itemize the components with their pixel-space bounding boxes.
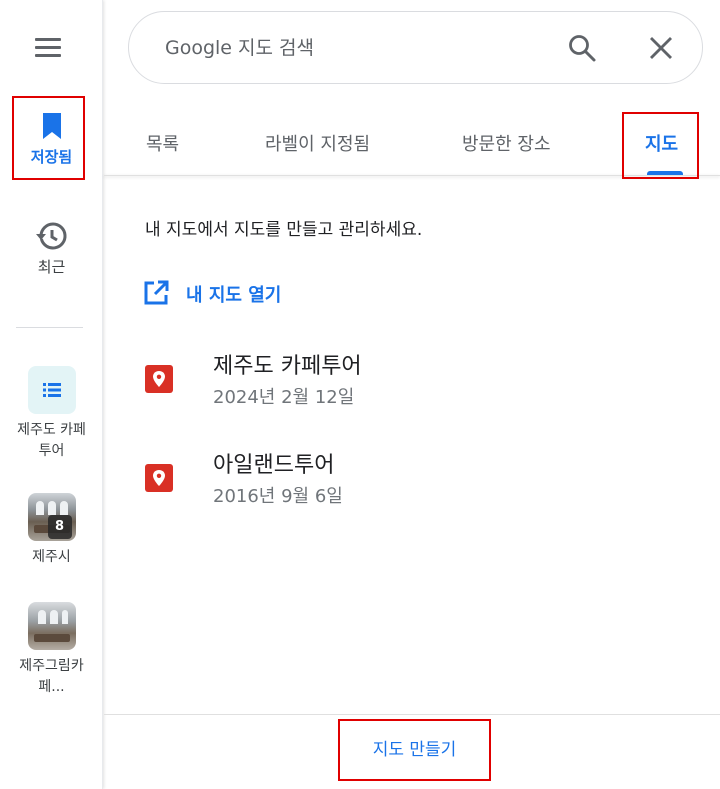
saved-list-jeju-cafe-tour[interactable]: 제주도 카페 투어 (0, 366, 103, 462)
photo-thumbnail (27, 602, 76, 650)
rail-item-saved[interactable]: 저장됨 (0, 108, 103, 167)
rail-item-saved-label: 저장됨 (30, 148, 73, 166)
saved-list-jeju-grim-cafe[interactable]: 제주그림카 페... (0, 602, 103, 698)
close-icon (650, 37, 672, 59)
tab-labeled[interactable]: 라벨이 지정됨 (265, 130, 370, 156)
clear-search-button[interactable] (645, 32, 677, 64)
list-icon (42, 383, 61, 397)
search-icon (569, 35, 596, 62)
search-input[interactable] (165, 34, 545, 62)
photo-thumbnail: 8 (27, 493, 76, 541)
list-label: 제주그림카 페... (0, 656, 103, 698)
map-date: 2016년 9월 6일 (213, 486, 343, 507)
map-item[interactable]: 아일랜드투어 2016년 9월 6일 (142, 447, 702, 517)
footer-divider (104, 714, 720, 715)
list-label-line2: 페... (38, 679, 65, 695)
list-label: 제주도 카페 투어 (0, 420, 103, 462)
side-rail: 저장됨 최근 제주도 카페 투어 8 제주시 제주그림카 페... (0, 0, 103, 789)
map-pin-icon (145, 365, 173, 393)
tab-visited[interactable]: 방문한 장소 (462, 130, 551, 156)
history-icon (35, 222, 66, 250)
rail-divider (16, 327, 83, 328)
list-label: 제주시 (32, 549, 71, 565)
intro-text: 내 지도에서 지도를 만들고 관리하세요. (145, 220, 423, 240)
rail-item-recent-label: 최근 (37, 258, 66, 276)
active-tab-indicator (647, 171, 683, 175)
tab-maps[interactable]: 지도 (645, 130, 678, 156)
map-item[interactable]: 제주도 카페투어 2024년 2월 12일 (142, 348, 702, 418)
tab-bar-border (104, 175, 720, 176)
map-pin-icon (145, 464, 173, 492)
rail-item-recent[interactable]: 최근 (0, 220, 103, 277)
tab-bar: 목록 라벨이 지정됨 방문한 장소 지도 (104, 110, 720, 178)
create-map-button[interactable]: 지도 만들기 (338, 720, 491, 780)
map-date: 2024년 2월 12일 (213, 387, 355, 408)
tab-list[interactable]: 목록 (146, 130, 179, 156)
search-button[interactable] (566, 32, 598, 64)
bookmark-icon (42, 113, 61, 139)
list-label-line1: 제주도 카페 (17, 422, 86, 438)
map-name: 제주도 카페투어 (213, 354, 362, 379)
count-badge: 8 (47, 515, 72, 539)
list-thumbnail (27, 366, 76, 414)
search-box (128, 11, 703, 84)
menu-icon[interactable] (30, 33, 66, 63)
open-my-maps-label: 내 지도 열기 (186, 285, 282, 306)
list-label-line1: 제주그림카 (19, 658, 84, 674)
open-in-new-icon (144, 280, 169, 305)
list-label-line2: 투어 (38, 443, 65, 459)
map-name: 아일랜드투어 (213, 453, 335, 478)
saved-list-jeju-city[interactable]: 8 제주시 (0, 493, 103, 568)
